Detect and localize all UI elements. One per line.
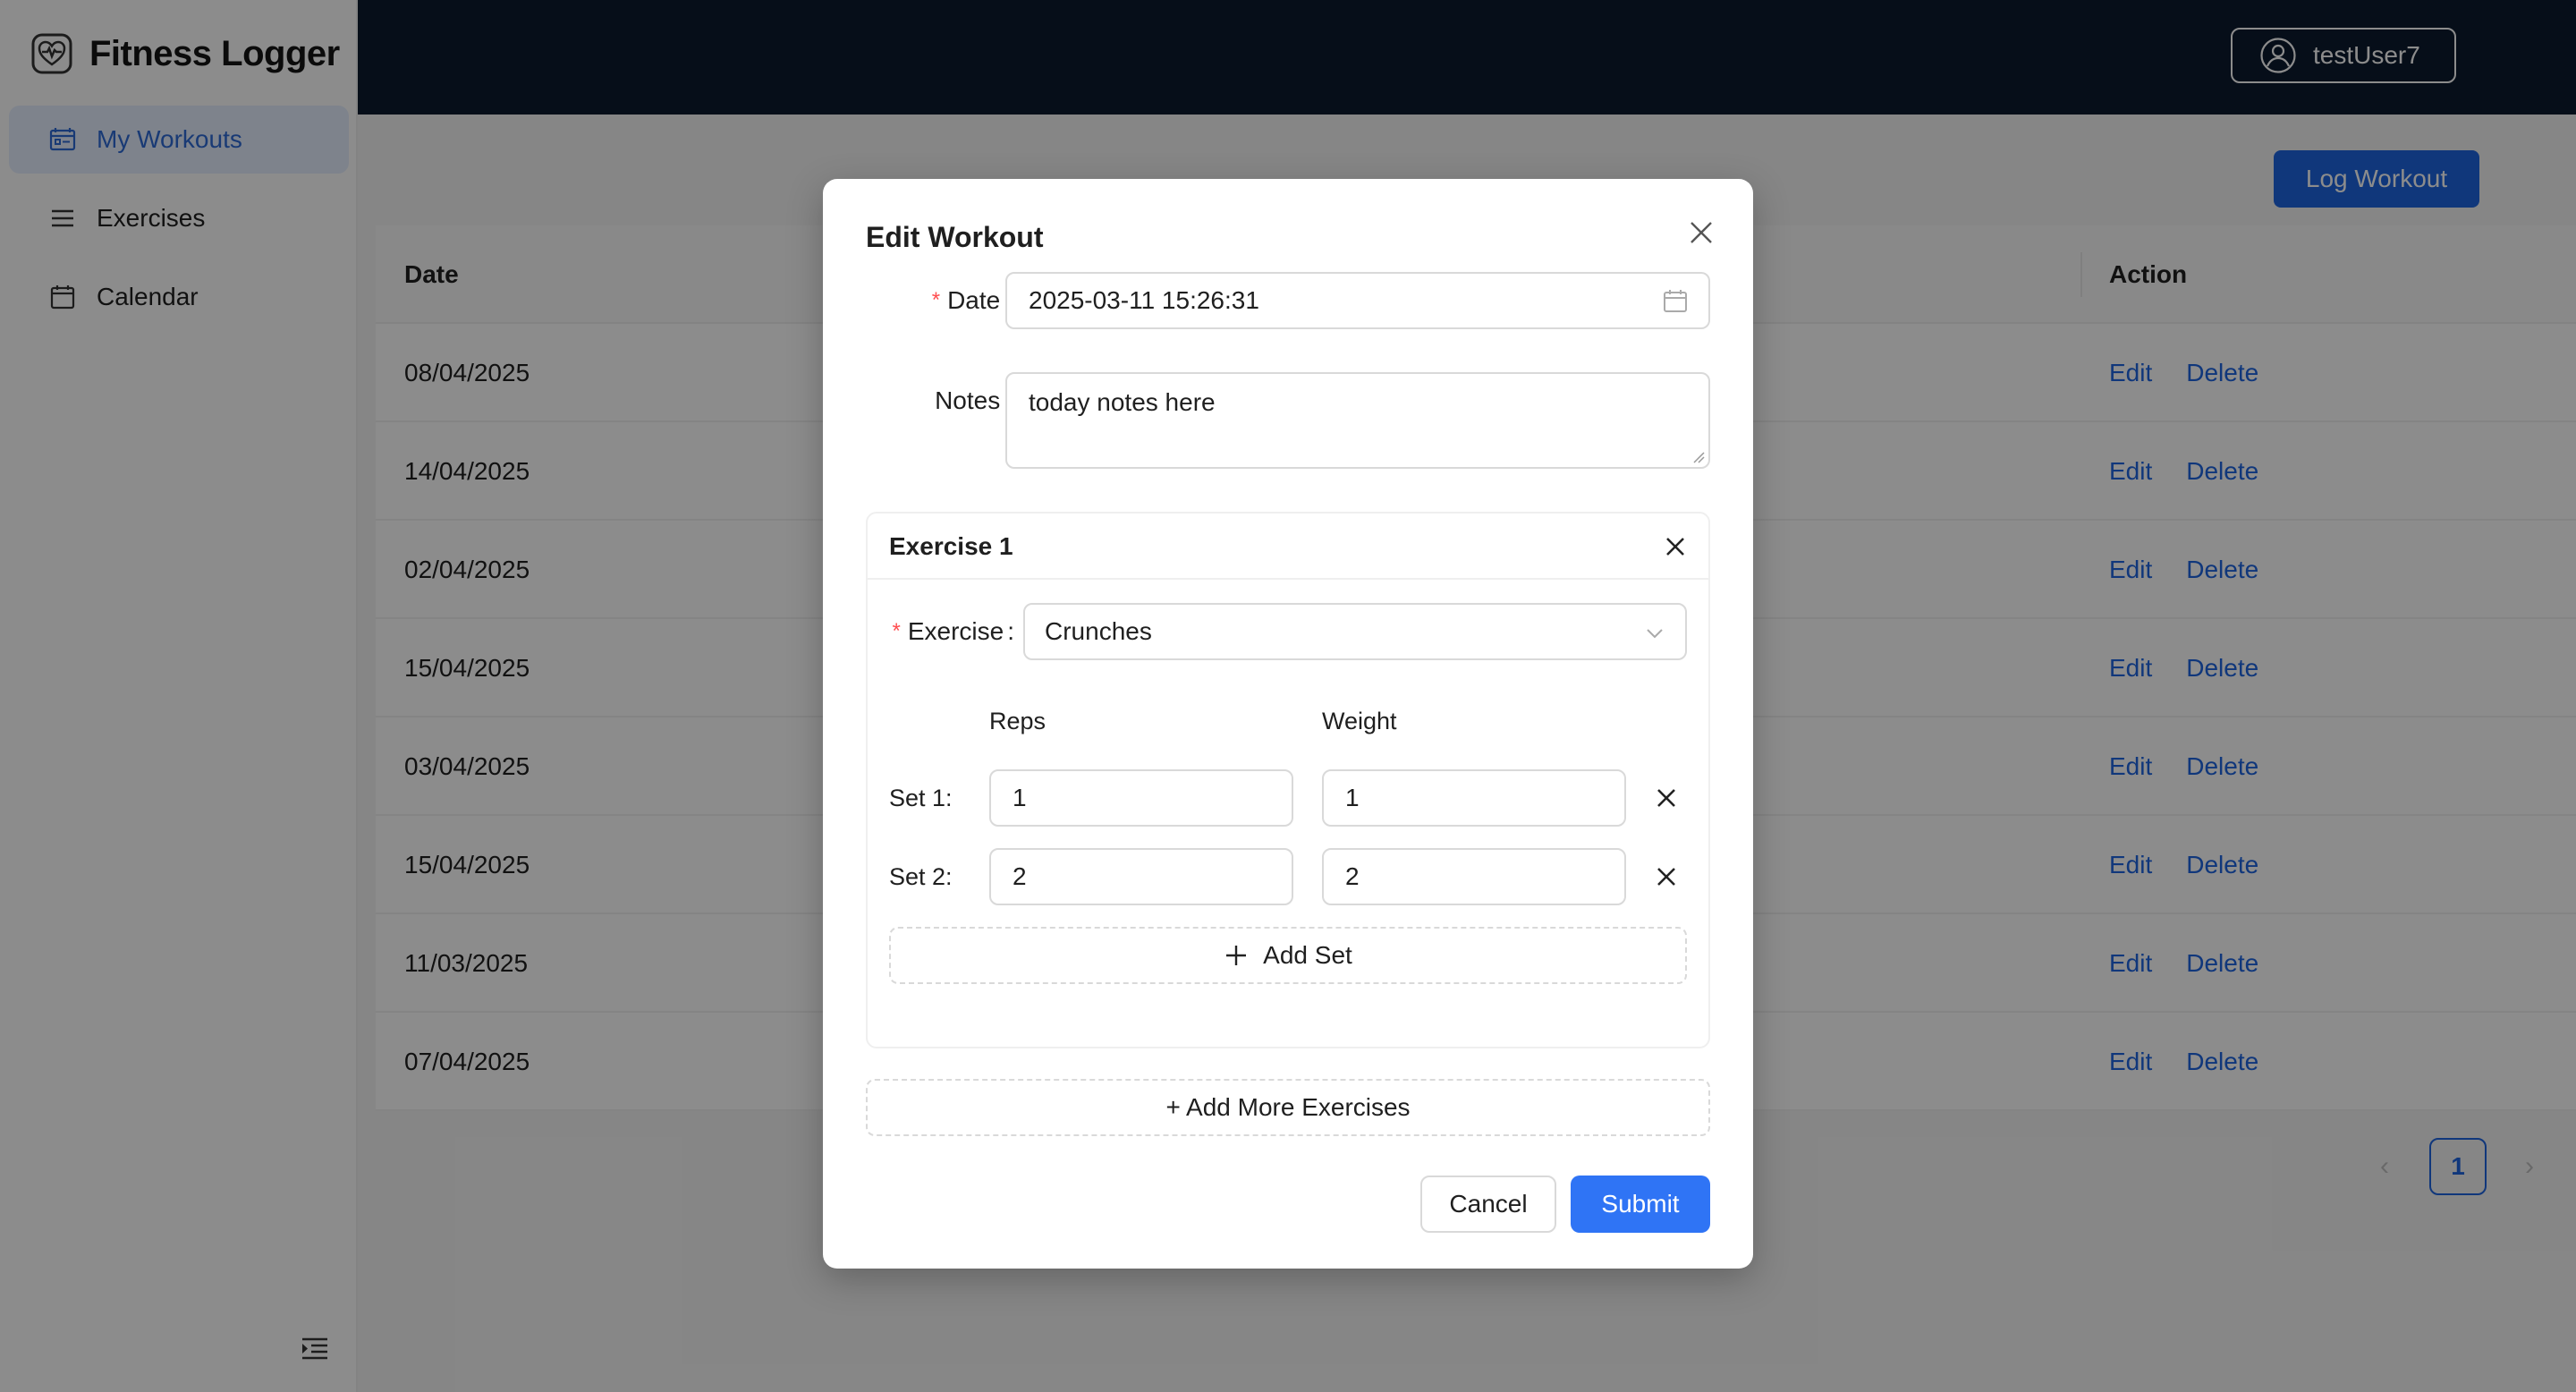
required-mark: * [931,288,941,312]
plus-icon [1226,946,1247,965]
set-2-reps-input[interactable]: 2 [989,848,1293,905]
exercise-label: * Exercise : [887,603,1015,660]
notes-value: today notes here [1029,388,1216,416]
notes-label-text: Notes [935,386,1001,414]
set-label: Set 1: [889,784,953,811]
required-mark: * [892,619,901,643]
set-1-reps-input[interactable]: 1 [989,769,1293,827]
close-icon[interactable] [1682,213,1721,252]
add-set-label: Add Set [1263,941,1352,969]
notes-textarea[interactable]: today notes here [1005,372,1710,469]
edit-workout-modal: Edit Workout * Date : 2025-03-11 15:26:3… [823,179,1753,1269]
date-value: 2025-03-11 15:26:31 [1029,286,1259,314]
resize-handle-icon[interactable] [1690,449,1705,463]
chevron-down-icon [1647,629,1663,639]
date-picker-input[interactable]: 2025-03-11 15:26:31 [1005,272,1710,329]
exercise-select[interactable]: Crunches [1023,603,1687,660]
date-label: * Date : [912,272,1011,329]
add-more-exercises-button[interactable]: + Add More Exercises [866,1079,1710,1136]
weight-header: Weight [1322,707,1397,734]
weight-value: 1 [1345,784,1360,811]
remove-exercise-icon[interactable] [1660,531,1690,562]
set-1-weight-input[interactable]: 1 [1322,769,1626,827]
colon: : [1007,617,1014,645]
add-set-button[interactable]: Add Set [889,927,1687,984]
exercise-value: Crunches [1045,617,1152,645]
cancel-button[interactable]: Cancel [1420,1176,1556,1233]
reps-header: Reps [989,707,1046,734]
remove-set-icon[interactable] [1651,783,1682,813]
reps-value: 1 [1013,784,1027,811]
exercise-label-text: Exercise [907,617,1004,645]
modal-title: Edit Workout [866,220,1044,253]
reps-value: 2 [1013,862,1027,890]
notes-label: Notes : [912,372,1011,429]
exercise-card-header: Exercise 1 [868,514,1708,580]
set-2-weight-input[interactable]: 2 [1322,848,1626,905]
date-label-text: Date [947,286,1001,314]
exercise-card: Exercise 1 * Exercise : Crunches Reps We… [866,512,1710,1048]
set-label: Set 2: [889,862,953,890]
weight-value: 2 [1345,862,1360,890]
calendar-icon [1664,290,1687,312]
remove-set-icon[interactable] [1651,862,1682,892]
submit-button[interactable]: Submit [1571,1176,1710,1233]
exercise-card-title: Exercise 1 [889,532,1013,560]
